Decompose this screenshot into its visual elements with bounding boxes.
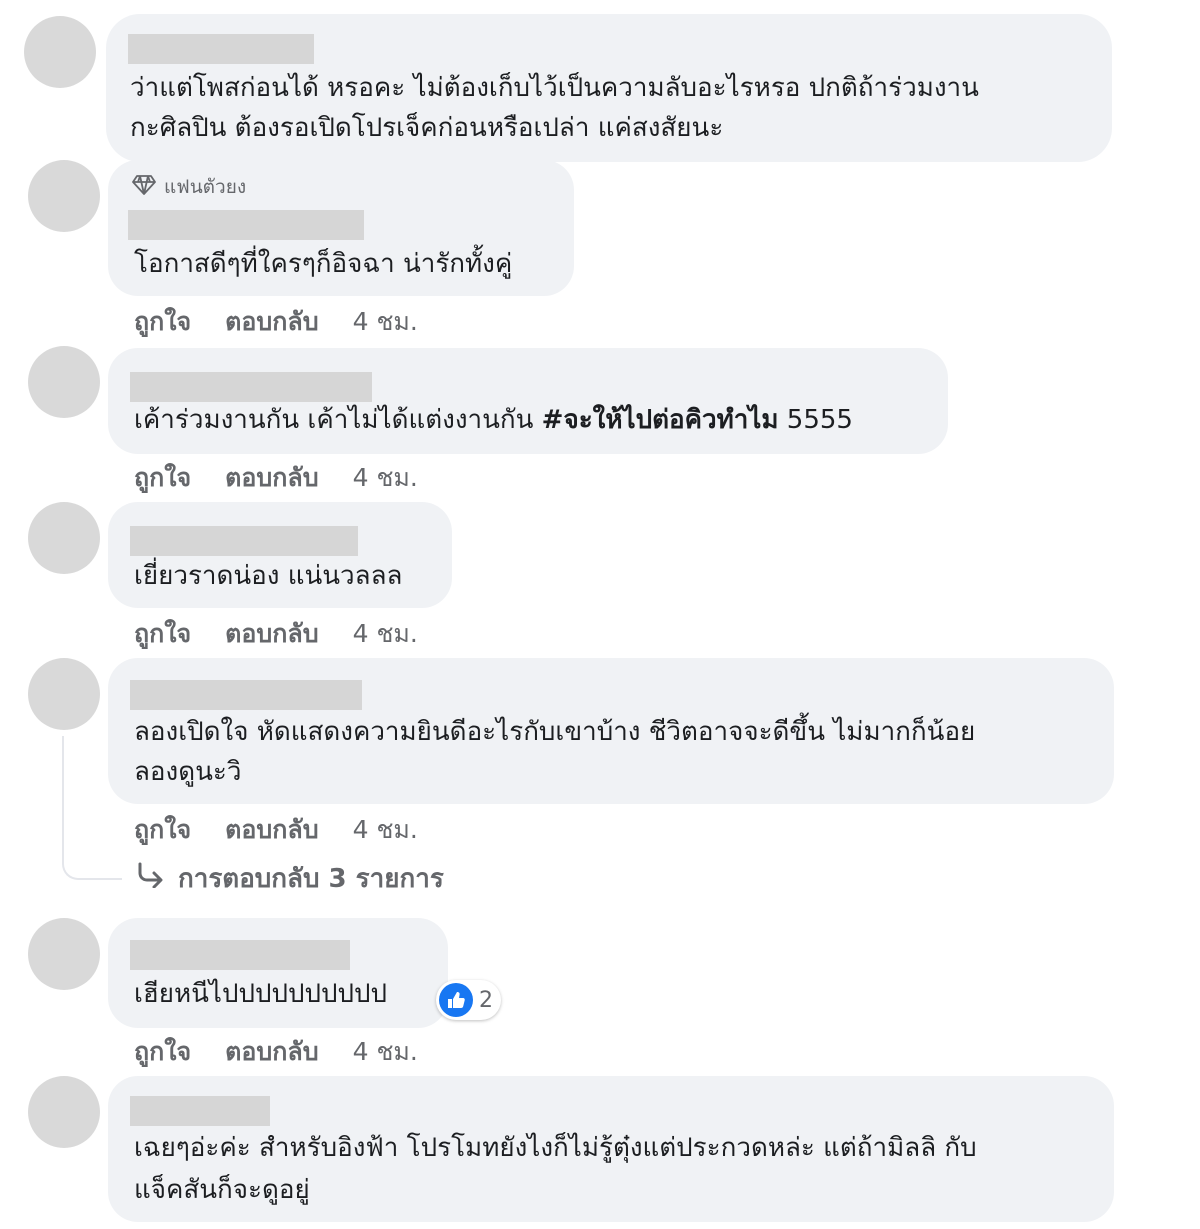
comment-actions: ถูกใจ ตอบกลับ 4 ชม. (134, 810, 418, 850)
comment-text-line: โอกาสดีๆที่ใครๆก็อิจฉา น่ารักทั้งคู่ (134, 249, 513, 279)
like-action[interactable]: ถูกใจ (134, 458, 191, 498)
comment-bubble: เฮียหนีไปปปปปปปปปป (108, 918, 448, 1028)
avatar[interactable] (28, 346, 100, 418)
commenter-name-redacted[interactable] (128, 34, 314, 64)
comment-bubble: ว่าแต่โพสก่อนได้ หรอคะ ไม่ต้องเก็บไว้เป็… (106, 14, 1112, 162)
avatar[interactable] (28, 502, 100, 574)
hashtag-link[interactable]: #จะให้ไปต่อคิวทำไม (542, 405, 779, 435)
commenter-name-redacted[interactable] (130, 680, 362, 710)
reply-action[interactable]: ตอบกลับ (225, 1032, 318, 1072)
comment-bubble: เฉยๆอ่ะค่ะ สำหรับอิงฟ้า โปรโมทยังไงก็ไม่… (108, 1076, 1114, 1222)
avatar[interactable] (28, 658, 100, 730)
comment-text-line: ลองเปิดใจ หัดแสดงความยินดีอะไรกับเขาบ้าง… (134, 717, 976, 747)
reply-arrow-icon (136, 862, 164, 895)
commenter-name-redacted[interactable] (128, 210, 364, 240)
comment-actions: ถูกใจ ตอบกลับ 4 ชม. (134, 614, 418, 654)
comment-bubble: แฟนตัวยง โอกาสดีๆที่ใครๆก็อิจฉา น่ารักทั… (108, 160, 574, 296)
commenter-name-redacted[interactable] (130, 526, 358, 556)
comment-bubble: ลองเปิดใจ หัดแสดงความยินดีอะไรกับเขาบ้าง… (108, 658, 1114, 804)
replies-count-label: การตอบกลับ 3 รายการ (178, 864, 444, 894)
commenter-name-redacted[interactable] (130, 1096, 270, 1126)
like-action[interactable]: ถูกใจ (134, 302, 191, 342)
comment-text-line: เฮียหนีไปปปปปปปปปป (134, 979, 388, 1009)
avatar[interactable] (28, 160, 100, 232)
comment-text-line: ว่าแต่โพสก่อนได้ หรอคะ ไม่ต้องเก็บไว้เป็… (130, 73, 979, 103)
diamond-icon (132, 174, 156, 201)
commenter-name-redacted[interactable] (130, 372, 372, 402)
comment-actions: ถูกใจ ตอบกลับ 4 ชม. (134, 458, 418, 498)
timestamp[interactable]: 4 ชม. (353, 614, 418, 654)
reply-action[interactable]: ตอบกลับ (225, 302, 318, 342)
timestamp[interactable]: 4 ชม. (353, 302, 418, 342)
timestamp[interactable]: 4 ชม. (353, 810, 418, 850)
timestamp[interactable]: 4 ชม. (353, 1032, 418, 1072)
commenter-name-redacted[interactable] (130, 940, 350, 970)
comment-actions: ถูกใจ ตอบกลับ 4 ชม. (134, 302, 418, 342)
like-action[interactable]: ถูกใจ (134, 614, 191, 654)
avatar[interactable] (24, 16, 96, 88)
comment-text-line: เยี่ยวราดน่อง แน่นวลลล (134, 561, 403, 591)
reply-action[interactable]: ตอบกลับ (225, 810, 318, 850)
comment-bubble: เค้าร่วมงานกัน เค้าไม่ได้แต่งงานกัน #จะใ… (108, 348, 948, 454)
thumbs-up-icon (439, 983, 473, 1017)
avatar[interactable] (28, 918, 100, 990)
reaction-count: 2 (479, 987, 493, 1013)
comment-text-line: เฉยๆอ่ะค่ะ สำหรับอิงฟ้า โปรโมทยังไงก็ไม่… (134, 1133, 977, 1163)
comment-bubble: เยี่ยวราดน่อง แน่นวลลล (108, 502, 452, 608)
like-action[interactable]: ถูกใจ (134, 1032, 191, 1072)
comment-text: 5555 (778, 405, 853, 435)
comment-actions: ถูกใจ ตอบกลับ 4 ชม. (134, 1032, 418, 1072)
reaction-summary[interactable]: 2 (436, 980, 501, 1020)
comment-text-line: กะศิลปิน ต้องรอเปิดโปรเจ็คก่อนหรือเปล่า … (130, 113, 724, 143)
comment-text-line: แจ็คสันก็จะดูอยู่ (134, 1175, 310, 1205)
comment-text: เค้าร่วมงานกัน เค้าไม่ได้แต่งงานกัน (134, 405, 542, 435)
view-replies-link[interactable]: การตอบกลับ 3 รายการ (136, 858, 444, 899)
timestamp[interactable]: 4 ชม. (353, 458, 418, 498)
reply-action[interactable]: ตอบกลับ (225, 614, 318, 654)
badge-label: แฟนตัวยง (164, 176, 247, 198)
comment-text-line: เค้าร่วมงานกัน เค้าไม่ได้แต่งงานกัน #จะใ… (134, 400, 853, 440)
comment-text-line: ลองดูนะวิ (134, 757, 242, 787)
reply-action[interactable]: ตอบกลับ (225, 458, 318, 498)
avatar[interactable] (28, 1076, 100, 1148)
top-fan-badge: แฟนตัวยง (132, 172, 246, 202)
like-action[interactable]: ถูกใจ (134, 810, 191, 850)
